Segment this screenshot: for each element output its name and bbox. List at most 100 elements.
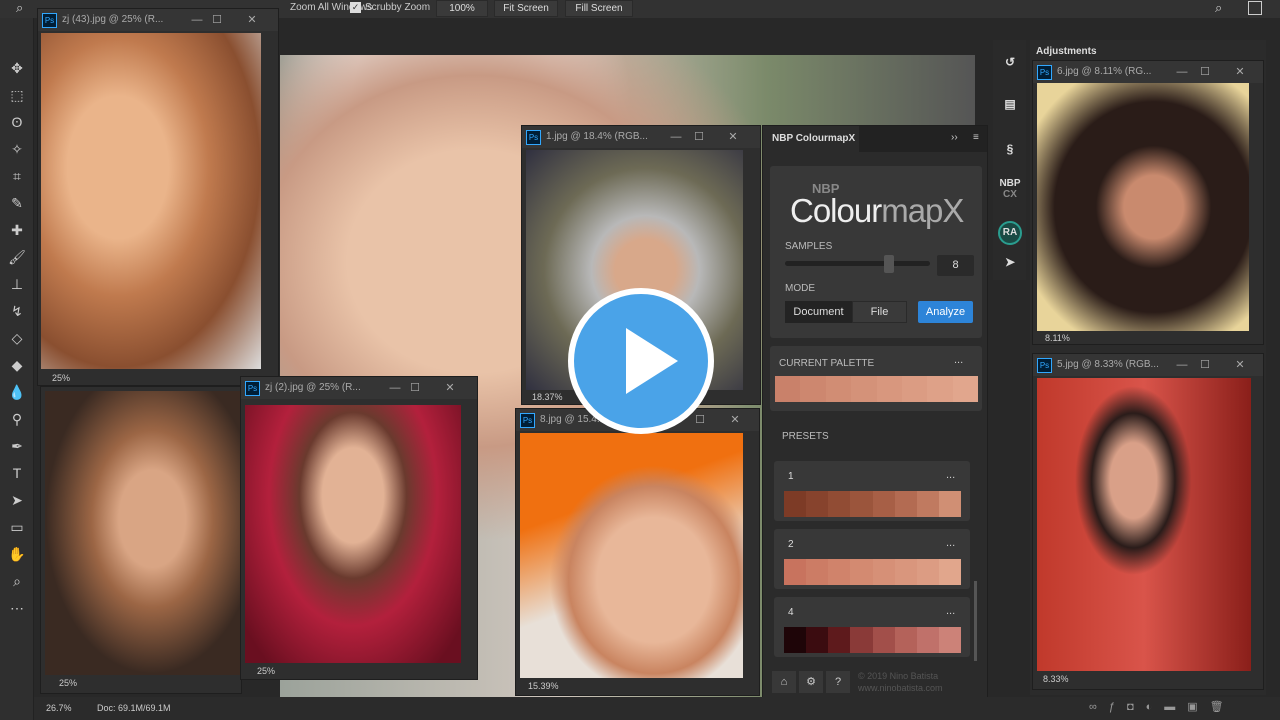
- history-brush-tool-icon[interactable]: ↯: [7, 301, 27, 321]
- minimize-button[interactable]: —: [1173, 354, 1191, 376]
- video-play-button[interactable]: [568, 288, 714, 434]
- minimize-button[interactable]: —: [667, 126, 685, 148]
- swatch[interactable]: [927, 376, 953, 402]
- swatch[interactable]: [784, 559, 807, 585]
- swatch[interactable]: [938, 627, 961, 653]
- magic-wand-tool-icon[interactable]: ✧: [7, 139, 27, 159]
- home-icon[interactable]: ⌂: [772, 671, 796, 693]
- preset-more-button[interactable]: ...: [946, 469, 955, 481]
- status-zoom[interactable]: 26.7%: [46, 703, 72, 713]
- swatch[interactable]: [872, 559, 895, 585]
- swatch[interactable]: [938, 491, 961, 517]
- document-window-5[interactable]: Ps 5.jpg @ 8.33% (RGB... — ☐ ✕ 8.33%: [1032, 353, 1264, 690]
- swatch[interactable]: [775, 376, 801, 402]
- close-button[interactable]: ✕: [726, 409, 744, 431]
- swatch[interactable]: [828, 491, 851, 517]
- brush-tool-icon[interactable]: 🖌: [7, 247, 27, 267]
- swatch[interactable]: [828, 627, 851, 653]
- maximize-button[interactable]: ☐: [208, 9, 226, 31]
- swatch[interactable]: [784, 491, 807, 517]
- swatch[interactable]: [850, 491, 873, 517]
- move-tool-icon[interactable]: ✥: [7, 58, 27, 78]
- fit-screen-button[interactable]: Fit Screen: [494, 0, 558, 17]
- preset-2[interactable]: 2...: [774, 529, 970, 589]
- type-tool-icon[interactable]: T: [7, 463, 27, 483]
- hand-tool-icon[interactable]: ✋: [7, 544, 27, 564]
- maximize-button[interactable]: ☐: [690, 126, 708, 148]
- swatch[interactable]: [872, 627, 895, 653]
- document-window-zj43[interactable]: Ps zj (43).jpg @ 25% (R... — ☐ ✕ 25%: [37, 8, 279, 386]
- panel-menu-icon[interactable]: ≡: [973, 132, 979, 143]
- swatch[interactable]: [828, 559, 851, 585]
- history-icon[interactable]: ↺: [998, 50, 1022, 74]
- paint-bucket-tool-icon[interactable]: ◆: [7, 355, 27, 375]
- healing-tool-icon[interactable]: ✚: [7, 220, 27, 240]
- zoom-tool-icon[interactable]: ⌕: [7, 571, 27, 591]
- swatch[interactable]: [806, 491, 829, 517]
- close-button[interactable]: ✕: [441, 377, 459, 399]
- rectangle-tool-icon[interactable]: ▭: [7, 517, 27, 537]
- swatch[interactable]: [784, 627, 807, 653]
- crop-tool-icon[interactable]: ⌗: [7, 166, 27, 186]
- window-title-bar[interactable]: Ps 5.jpg @ 8.33% (RGB... — ☐ ✕: [1033, 354, 1263, 376]
- scrubby-zoom-checkbox[interactable]: ✓: [350, 2, 361, 13]
- swatch[interactable]: [800, 376, 826, 402]
- swatch[interactable]: [851, 376, 877, 402]
- document-window-8[interactable]: Ps 8.jpg @ 15.4... ☐ ✕ 15.39%: [515, 408, 760, 696]
- mode-document-button[interactable]: Document: [785, 301, 852, 323]
- collapse-icon[interactable]: ››: [951, 132, 958, 143]
- swatch[interactable]: [916, 559, 939, 585]
- website-link[interactable]: www.ninobatista.com: [858, 683, 943, 693]
- mode-file-button[interactable]: File: [852, 301, 907, 323]
- swatch[interactable]: [825, 376, 852, 402]
- close-button[interactable]: ✕: [1231, 61, 1249, 83]
- eyedropper-tool-icon[interactable]: ✎: [7, 193, 27, 213]
- close-button[interactable]: ✕: [724, 126, 742, 148]
- fill-screen-button[interactable]: Fill Screen: [565, 0, 633, 17]
- lasso-tool-icon[interactable]: ʘ: [7, 112, 27, 132]
- document-window-zj2[interactable]: Ps zj (2).jpg @ 25% (R... — ☐ ✕ 25%: [240, 376, 478, 680]
- swatch[interactable]: [806, 627, 829, 653]
- preset-1[interactable]: 1...: [774, 461, 970, 521]
- swatch[interactable]: [916, 491, 939, 517]
- close-button[interactable]: ✕: [243, 9, 261, 31]
- marquee-tool-icon[interactable]: ⬚: [7, 85, 27, 105]
- ra-icon[interactable]: RA: [998, 221, 1022, 245]
- swatch[interactable]: [876, 376, 902, 402]
- swatch[interactable]: [938, 559, 961, 585]
- pen-tool-icon[interactable]: ✒: [7, 436, 27, 456]
- presets-scrollbar[interactable]: [974, 581, 977, 661]
- swatch[interactable]: [894, 559, 917, 585]
- swatch[interactable]: [894, 491, 917, 517]
- nbp-cx-icon[interactable]: NBP CX: [998, 178, 1022, 202]
- window-title-bar[interactable]: Ps zj (43).jpg @ 25% (R... — ☐ ✕: [38, 9, 278, 31]
- layer-actions-icons[interactable]: ∞ƒ◘◐▬▣🗑: [1089, 700, 1236, 713]
- bird-plugin-icon[interactable]: ➤: [998, 250, 1022, 274]
- help-icon[interactable]: ?: [826, 671, 850, 693]
- preset-4[interactable]: 4...: [774, 597, 970, 657]
- minimize-button[interactable]: —: [188, 9, 206, 31]
- samples-value-input[interactable]: 8: [937, 255, 974, 276]
- maximize-button[interactable]: ☐: [1196, 354, 1214, 376]
- settings-icon[interactable]: ⚙: [799, 671, 823, 693]
- script-plugin-icon[interactable]: §: [998, 137, 1022, 161]
- window-title-bar[interactable]: Ps 1.jpg @ 18.4% (RGB... — ☐ ✕: [522, 126, 760, 148]
- eraser-tool-icon[interactable]: ◇: [7, 328, 27, 348]
- more-tool-icon[interactable]: ⋯: [7, 598, 27, 618]
- dodge-tool-icon[interactable]: ⚲: [7, 409, 27, 429]
- swatch[interactable]: [850, 559, 873, 585]
- preset-more-button[interactable]: ...: [946, 605, 955, 617]
- close-button[interactable]: ✕: [1231, 354, 1249, 376]
- zoom-100-button[interactable]: 100%: [436, 0, 488, 17]
- swatch[interactable]: [952, 376, 978, 402]
- current-palette-more-button[interactable]: ...: [954, 354, 963, 366]
- swatch[interactable]: [806, 559, 829, 585]
- panel-tab[interactable]: NBP ColourmapX: [763, 126, 859, 152]
- swatch[interactable]: [901, 376, 928, 402]
- preset-more-button[interactable]: ...: [946, 537, 955, 549]
- window-title-bar[interactable]: Ps zj (2).jpg @ 25% (R... — ☐ ✕: [241, 377, 477, 399]
- swatch[interactable]: [872, 491, 895, 517]
- swatch[interactable]: [916, 627, 939, 653]
- path-select-tool-icon[interactable]: ➤: [7, 490, 27, 510]
- minimize-button[interactable]: —: [1173, 61, 1191, 83]
